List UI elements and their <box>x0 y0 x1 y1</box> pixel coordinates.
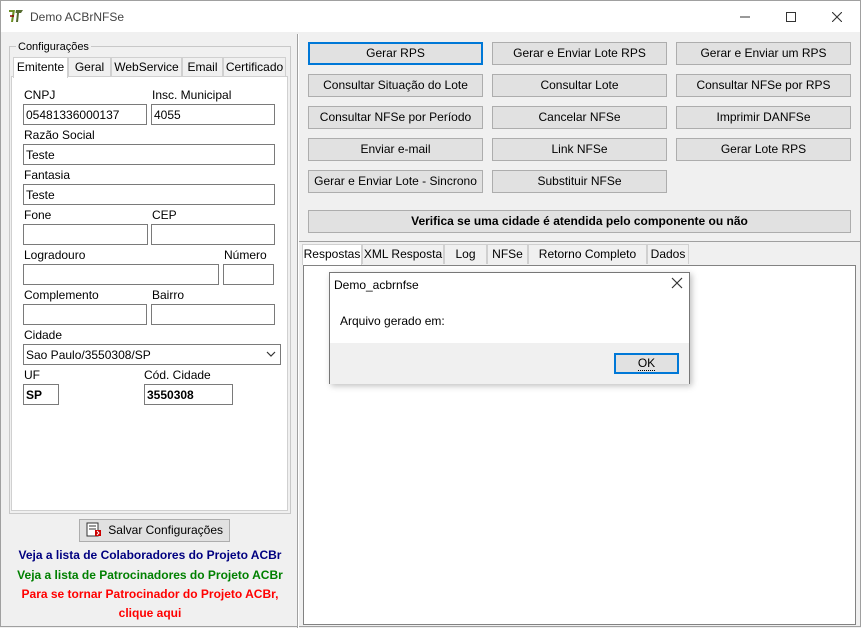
numero-label: Número <box>224 248 267 262</box>
emitente-page: CNPJ Insc. Municipal 05481336000137 4055… <box>11 76 288 511</box>
fone-label: Fone <box>24 208 52 222</box>
colaboradores-link[interactable]: Veja a lista de Colaboradores do Projeto… <box>3 548 297 562</box>
insc-municipal-label: Insc. Municipal <box>152 88 232 102</box>
dialog-footer: OK <box>330 343 689 384</box>
acbr-logo-icon <box>8 8 24 24</box>
tab-geral[interactable]: Geral <box>68 57 111 77</box>
cnpj-input[interactable]: 05481336000137 <box>23 104 147 125</box>
logradouro-input[interactable] <box>23 264 219 285</box>
consultar-periodo-button[interactable]: Consultar NFSe por Período <box>308 106 483 129</box>
tab-retorno-completo[interactable]: Retorno Completo WS <box>528 244 647 280</box>
minimize-button[interactable] <box>722 1 768 32</box>
link-nfse-button[interactable]: Link NFSe <box>492 138 667 161</box>
tab-certificado[interactable]: Certificado <box>223 57 286 77</box>
imprimir-danfse-button[interactable]: Imprimir DANFSe <box>676 106 851 129</box>
cidade-select[interactable]: Sao Paulo/3550308/SP <box>23 344 281 365</box>
complemento-label: Complemento <box>24 288 99 302</box>
insc-municipal-input[interactable]: 4055 <box>151 104 275 125</box>
cod-cidade-label: Cód. Cidade <box>144 368 211 382</box>
chevron-down-icon <box>266 351 276 357</box>
clique-aqui-link[interactable]: clique aqui <box>3 606 297 620</box>
minimize-icon <box>740 16 750 18</box>
consultar-nfse-rps-button[interactable]: Consultar NFSe por RPS <box>676 74 851 97</box>
tab-webservice[interactable]: WebService <box>111 57 182 77</box>
enviar-email-button[interactable]: Enviar e-mail <box>308 138 483 161</box>
cidade-label: Cidade <box>24 328 63 342</box>
tab-respostas[interactable]: Respostas <box>302 244 362 265</box>
substituir-nfse-button[interactable]: Substituir NFSe <box>492 170 667 193</box>
cancelar-nfse-button[interactable]: Cancelar NFSe <box>492 106 667 129</box>
cnpj-label: CNPJ <box>24 88 56 102</box>
title-bar: Demo ACBrNFSe <box>1 1 860 32</box>
response-divider <box>299 241 861 242</box>
left-panel: Configurações Emitente Geral WebService … <box>3 34 297 626</box>
main-window: Demo ACBrNFSe Configurações Emitente Ger… <box>0 0 861 628</box>
gerar-rps-button[interactable]: Gerar RPS <box>308 42 483 65</box>
save-config-label: Salvar Configurações <box>108 523 224 537</box>
tab-email[interactable]: Email <box>182 57 223 77</box>
tab-log[interactable]: Log <box>444 244 487 264</box>
tab-emitente[interactable]: Emitente <box>13 57 68 78</box>
consultar-situacao-button[interactable]: Consultar Situação do Lote <box>308 74 483 97</box>
save-config-button[interactable]: Salvar Configurações <box>79 519 230 542</box>
panel-divider <box>297 34 299 628</box>
close-icon <box>831 11 843 23</box>
config-legend: Configurações <box>16 41 91 53</box>
complemento-input[interactable] <box>23 304 147 325</box>
cep-input[interactable] <box>151 224 275 245</box>
bairro-input[interactable] <box>151 304 275 325</box>
window-title: Demo ACBrNFSe <box>30 10 125 24</box>
gerar-enviar-um-button[interactable]: Gerar e Enviar um RPS <box>676 42 851 65</box>
tab-xml-resposta[interactable]: XML Resposta <box>362 244 444 264</box>
fone-input[interactable] <box>23 224 148 245</box>
close-button[interactable] <box>814 1 860 32</box>
razao-social-input[interactable]: Teste <box>23 144 275 165</box>
fantasia-label: Fantasia <box>24 168 71 182</box>
logradouro-label: Logradouro <box>24 248 86 262</box>
message-dialog: Demo_acbrnfse Arquivo gerado em: OK <box>329 272 690 384</box>
cep-label: CEP <box>152 208 177 222</box>
cidade-select-value: Sao Paulo/3550308/SP <box>26 348 151 362</box>
maximize-button[interactable] <box>768 1 814 32</box>
tornar-patrocinador-link[interactable]: Para se tornar Patrocinador do Projeto A… <box>3 587 297 601</box>
gerar-lote-rps-button[interactable]: Gerar Lote RPS <box>676 138 851 161</box>
verifica-cidade-button[interactable]: Verifica se uma cidade é atendida pelo c… <box>308 210 851 233</box>
bairro-label: Bairro <box>152 288 185 302</box>
numero-input[interactable] <box>223 264 274 285</box>
consultar-lote-button[interactable]: Consultar Lote <box>492 74 667 97</box>
cod-cidade-input[interactable]: 3550308 <box>144 384 233 405</box>
save-config-icon <box>86 522 101 537</box>
ok-label: OK <box>637 356 656 371</box>
uf-label: UF <box>24 368 40 382</box>
razao-social-label: Razão Social <box>24 128 95 142</box>
ok-button[interactable]: OK <box>614 353 679 374</box>
patrocinadores-link[interactable]: Veja a lista de Patrocinadores do Projet… <box>3 568 297 582</box>
tab-nfse[interactable]: NFSe <box>487 244 528 264</box>
dialog-message: Arquivo gerado em: <box>340 314 445 328</box>
fantasia-input[interactable]: Teste <box>23 184 275 205</box>
maximize-icon <box>786 11 796 22</box>
dialog-close-icon[interactable] <box>671 277 683 289</box>
dialog-title: Demo_acbrnfse <box>334 278 419 292</box>
tab-dados[interactable]: Dados <box>647 244 689 264</box>
gerar-enviar-sincrono-button[interactable]: Gerar e Enviar Lote - Sincrono <box>308 170 483 193</box>
gerar-enviar-lote-button[interactable]: Gerar e Enviar Lote RPS <box>492 42 667 65</box>
uf-input[interactable]: SP <box>23 384 59 405</box>
